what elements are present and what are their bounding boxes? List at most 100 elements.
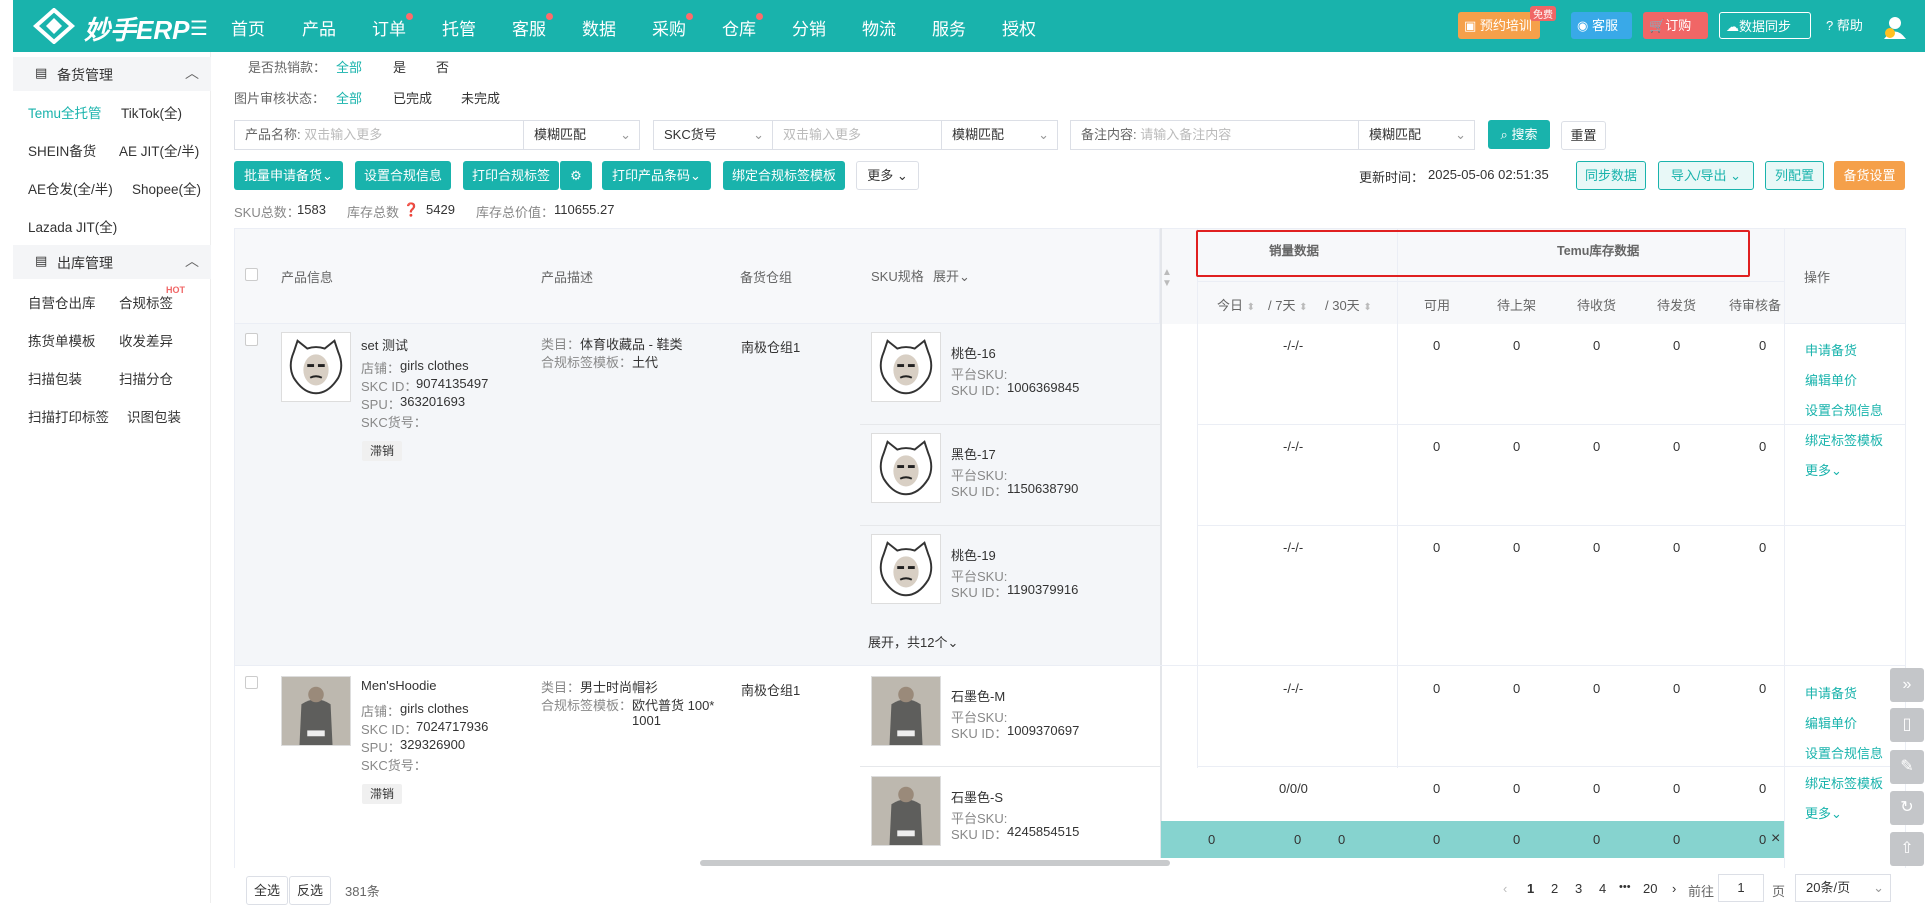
- skc-select[interactable]: SKC货号 ⌄: [653, 120, 773, 150]
- set-compliance-link[interactable]: 设置合规信息: [1805, 400, 1883, 419]
- import-export-button[interactable]: 导入/导出 ⌄: [1658, 161, 1754, 190]
- sync-data-button[interactable]: 同步数据: [1576, 161, 1646, 190]
- edit-price-link[interactable]: 编辑单价: [1805, 370, 1857, 389]
- note-field[interactable]: 备注内容: 请输入备注内容: [1070, 120, 1360, 150]
- nav-authorize[interactable]: 授权: [1002, 15, 1036, 40]
- collapse-icon[interactable]: »: [1890, 668, 1924, 702]
- fuzzy-match-select-1[interactable]: 模糊匹配 ⌄: [523, 120, 640, 150]
- service-button[interactable]: ◉ 客服: [1571, 12, 1632, 39]
- page-3[interactable]: 3: [1575, 881, 1582, 896]
- horizontal-scrollbar[interactable]: [700, 860, 1170, 866]
- audit-option-done[interactable]: 已完成: [393, 88, 432, 107]
- sidebar-item-ae-jit[interactable]: AE JIT(全/半): [119, 140, 199, 160]
- sidebar-item-scan-split[interactable]: 扫描分仓: [119, 368, 173, 388]
- search-button[interactable]: ⌕ 搜索: [1488, 120, 1550, 149]
- more-ops-link[interactable]: 更多⌄: [1805, 460, 1842, 479]
- column-config-button[interactable]: 列配置: [1765, 161, 1824, 190]
- more-button[interactable]: 更多 ⌄: [856, 161, 919, 190]
- invert-select-button[interactable]: 反选: [289, 876, 331, 905]
- menu-toggle-icon[interactable]: ☰: [190, 16, 208, 41]
- gear-icon[interactable]: ⚙: [559, 161, 592, 190]
- header-7day[interactable]: / 7天 ⬍: [1268, 295, 1307, 314]
- product-title[interactable]: set 测试: [361, 335, 408, 354]
- back-to-top-icon[interactable]: ⇧: [1890, 832, 1924, 866]
- sidebar-item-temu[interactable]: Temu全托管: [28, 102, 102, 122]
- bind-template-link[interactable]: 绑定标签模板: [1805, 430, 1883, 449]
- sidebar-section-stock[interactable]: ▤ 备货管理 ︿: [13, 57, 211, 91]
- sidebar-item-compliance-label[interactable]: 合规标签: [119, 292, 173, 312]
- user-avatar-icon[interactable]: [1882, 14, 1908, 40]
- sidebar-item-ae-warehouse[interactable]: AE仓发(全/半): [28, 178, 113, 198]
- stock-settings-button[interactable]: 备货设置: [1834, 161, 1905, 190]
- more-ops-link[interactable]: 更多⌄: [1805, 803, 1842, 822]
- hot-option-no[interactable]: 否: [436, 57, 449, 76]
- sidebar-item-self-warehouse[interactable]: 自营仓出库: [28, 292, 96, 312]
- row-checkbox[interactable]: [245, 676, 258, 689]
- page-2[interactable]: 2: [1551, 881, 1558, 896]
- nav-product[interactable]: 产品: [302, 15, 336, 40]
- product-title[interactable]: Men'sHoodie: [361, 678, 436, 693]
- sort-icon[interactable]: ▲ ▼: [1162, 267, 1172, 289]
- sku-image[interactable]: [871, 332, 941, 402]
- sku-image[interactable]: [871, 676, 941, 746]
- reset-button[interactable]: 重置: [1561, 121, 1606, 150]
- page-4[interactable]: 4: [1599, 881, 1606, 896]
- sidebar-item-shein[interactable]: SHEIN备货: [28, 140, 96, 160]
- apply-stock-link[interactable]: 申请备货: [1805, 683, 1857, 702]
- audit-option-all[interactable]: 全部: [336, 88, 362, 107]
- product-name-field[interactable]: 产品名称: 双击输入更多: [234, 120, 524, 150]
- next-page-icon[interactable]: ›: [1672, 881, 1676, 896]
- sidebar-item-scan-pack[interactable]: 扫描包装: [28, 368, 82, 388]
- sidebar-item-image-pack[interactable]: 识图包装: [127, 406, 181, 426]
- select-all-button[interactable]: 全选: [246, 876, 288, 905]
- set-compliance-link[interactable]: 设置合规信息: [1805, 743, 1883, 762]
- page-size-select[interactable]: 20条/页 ⌄: [1795, 874, 1891, 902]
- edit-price-link[interactable]: 编辑单价: [1805, 713, 1857, 732]
- print-barcode-button[interactable]: 打印产品条码⌄: [602, 161, 711, 190]
- sku-image[interactable]: [871, 776, 941, 846]
- header-checkbox[interactable]: [245, 268, 258, 281]
- sidebar-item-scan-print[interactable]: 扫描打印标签: [28, 406, 109, 426]
- sidebar-section-outbound[interactable]: ▤ 出库管理 ︿: [13, 245, 211, 279]
- page-1[interactable]: 1: [1527, 881, 1534, 896]
- sku-image[interactable]: [871, 534, 941, 604]
- close-icon[interactable]: ×: [1771, 830, 1780, 848]
- header-today[interactable]: 今日 ⬍: [1217, 295, 1255, 314]
- help-button[interactable]: ? 帮助: [1820, 12, 1872, 39]
- bind-template-link[interactable]: 绑定标签模板: [1805, 773, 1883, 792]
- subscribe-button[interactable]: 🛒订购: [1643, 12, 1708, 39]
- header-30day[interactable]: / 30天 ⬍: [1325, 295, 1372, 314]
- page-20[interactable]: 20: [1643, 881, 1657, 896]
- expand-more-link[interactable]: 展开，共12个⌄: [868, 632, 958, 651]
- fuzzy-match-select-2[interactable]: 模糊匹配 ⌄: [941, 120, 1058, 150]
- batch-apply-button[interactable]: 批量申请备货⌄: [234, 161, 343, 190]
- training-button[interactable]: ▣ 预约培训: [1458, 12, 1540, 39]
- product-image[interactable]: [281, 676, 351, 746]
- sidebar-item-lazada[interactable]: Lazada JIT(全): [28, 216, 117, 236]
- apply-stock-link[interactable]: 申请备货: [1805, 340, 1857, 359]
- sidebar-item-shopee[interactable]: Shopee(全): [132, 178, 201, 198]
- nav-order[interactable]: 订单: [372, 15, 406, 40]
- prev-page-icon[interactable]: ‹: [1503, 881, 1507, 896]
- row-checkbox[interactable]: [245, 333, 258, 346]
- nav-service[interactable]: 客服: [512, 15, 546, 40]
- set-compliance-button[interactable]: 设置合规信息: [355, 161, 451, 190]
- refresh-icon[interactable]: ↻: [1890, 791, 1924, 825]
- sku-image[interactable]: [871, 433, 941, 503]
- sidebar-item-diff[interactable]: 收发差异: [119, 330, 173, 350]
- data-sync-button[interactable]: ☁数据同步: [1719, 12, 1811, 39]
- skc-input[interactable]: 双击输入更多: [772, 120, 942, 150]
- mobile-icon[interactable]: ▯: [1890, 708, 1924, 742]
- edit-icon[interactable]: ✎: [1890, 750, 1924, 784]
- nav-hosting[interactable]: 托管: [442, 15, 476, 40]
- audit-option-undone[interactable]: 未完成: [461, 88, 500, 107]
- fuzzy-match-select-3[interactable]: 模糊匹配 ⌄: [1358, 120, 1475, 150]
- page-ellipsis[interactable]: •••: [1619, 881, 1631, 893]
- product-image[interactable]: [281, 332, 351, 402]
- bind-template-button[interactable]: 绑定合规标签模板: [723, 161, 845, 190]
- print-compliance-button[interactable]: 打印合规标签: [463, 161, 559, 190]
- sidebar-item-tiktok[interactable]: TikTok(全): [121, 102, 182, 122]
- hot-option-all[interactable]: 全部: [336, 57, 362, 76]
- nav-distribution[interactable]: 分销: [792, 15, 826, 40]
- nav-logistics[interactable]: 物流: [862, 15, 896, 40]
